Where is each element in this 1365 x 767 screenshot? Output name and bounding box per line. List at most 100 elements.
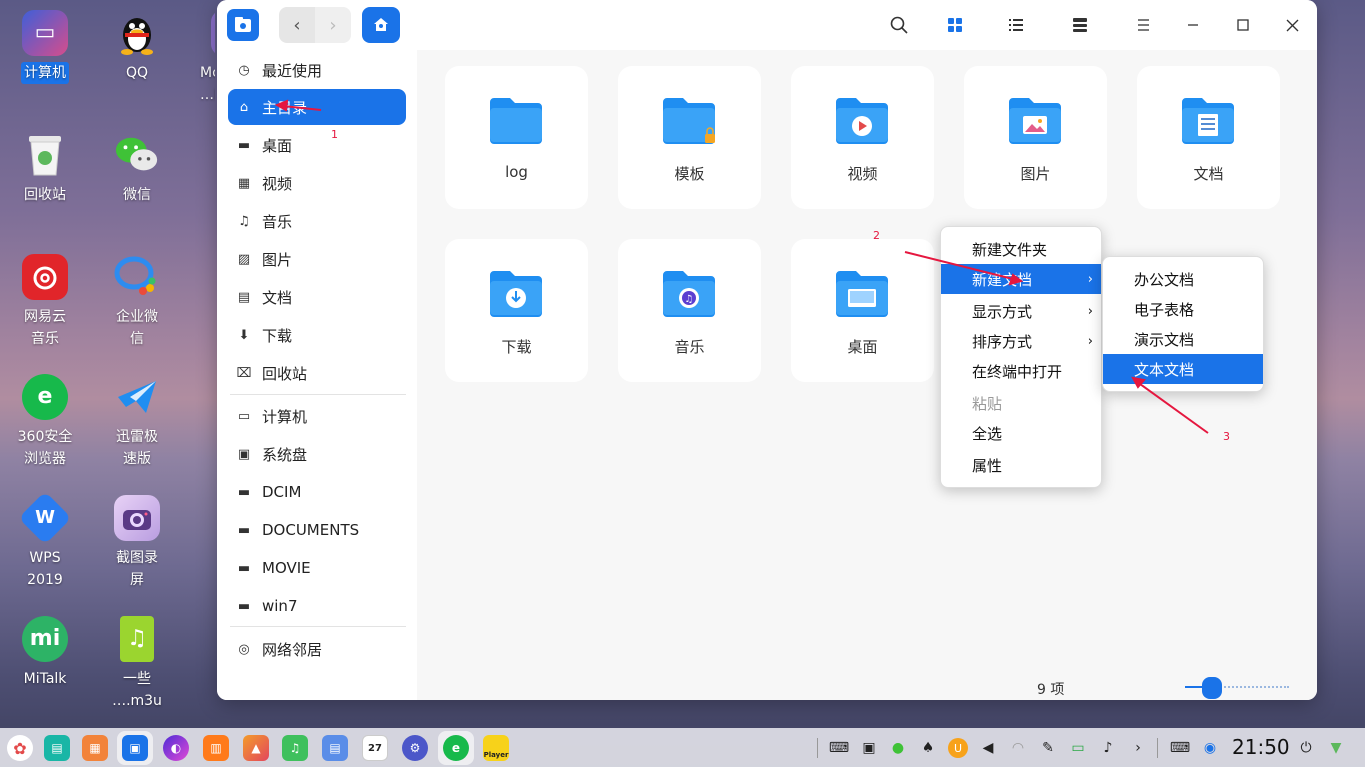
- folder-tile-music[interactable]: ♫ 音乐: [618, 239, 761, 382]
- sidebar-item-win7[interactable]: ▬ win7: [228, 588, 406, 624]
- sidebar-item-dcim[interactable]: ▬ DCIM: [228, 474, 406, 510]
- desktop-icon-screenshot[interactable]: 截图录 屏: [95, 495, 179, 591]
- pen-icon: ✎: [1042, 740, 1054, 756]
- search-button[interactable]: [887, 7, 911, 43]
- sidebar-item-pictures[interactable]: ▨ 图片: [228, 241, 406, 277]
- wechat-tray-button[interactable]: ●: [888, 738, 908, 758]
- network-tray-button[interactable]: ◠: [1008, 738, 1028, 758]
- drive-icon: ▬: [237, 598, 251, 614]
- notification-tray-button[interactable]: ♪: [1098, 738, 1118, 758]
- list-view-button[interactable]: [1004, 7, 1028, 43]
- submenu-item-office-document[interactable]: 办公文档: [1103, 264, 1263, 294]
- taskbar-calendar[interactable]: 27: [362, 735, 388, 761]
- folder-tile-log[interactable]: log: [445, 66, 588, 209]
- menu-item-select-all[interactable]: 全选: [941, 418, 1101, 448]
- taskbar-app-shop[interactable]: ▥: [203, 735, 229, 761]
- slider-handle[interactable]: [1202, 677, 1222, 699]
- folder-tile-templates[interactable]: 模板: [618, 66, 761, 209]
- desktop-icon-m3u-file[interactable]: ♫ 一些 ….m3u: [95, 616, 179, 712]
- clock[interactable]: 21:50: [1232, 735, 1290, 759]
- desktop-icon-netease-music[interactable]: 网易云 音乐: [3, 254, 87, 350]
- desktop-icon-mitalk[interactable]: mi MiTalk: [3, 616, 87, 690]
- taskbar-multitask-view[interactable]: ▤: [44, 735, 70, 761]
- trash-tray-button[interactable]: ▼: [1326, 738, 1346, 758]
- taskbar-browser[interactable]: ◐: [163, 735, 189, 761]
- sidebar-item-movie[interactable]: ▬ MOVIE: [228, 550, 406, 586]
- folder-tile-downloads[interactable]: 下载: [445, 239, 588, 382]
- desktop-icon-360-browser[interactable]: e 360安全 浏览器: [3, 374, 87, 470]
- menu-item-new-document[interactable]: 新建文档 ›: [941, 264, 1101, 294]
- sidebar-item-downloads[interactable]: ⬇ 下载: [228, 317, 406, 353]
- submenu-item-spreadsheet[interactable]: 电子表格: [1103, 294, 1263, 324]
- desktop-icon-trash[interactable]: 回收站: [3, 132, 87, 206]
- submenu-item-presentation[interactable]: 演示文档: [1103, 324, 1263, 354]
- voice-assistant-button[interactable]: ◉: [1200, 738, 1220, 758]
- taskbar-player[interactable]: Player: [483, 735, 509, 761]
- icon-size-slider[interactable]: [1185, 677, 1289, 699]
- sidebar-item-recent[interactable]: ◷ 最近使用: [228, 52, 406, 88]
- sidebar-item-desktop[interactable]: ▬ 桌面: [228, 127, 406, 163]
- menu-item-label: 新建文档: [972, 270, 1033, 289]
- menu-item-display-mode[interactable]: 显示方式 ›: [941, 296, 1101, 326]
- folder-tile-documents[interactable]: 文档: [1137, 66, 1280, 209]
- sidebar-item-music[interactable]: ♫ 音乐: [228, 203, 406, 239]
- sidebar-item-videos[interactable]: ▦ 视频: [228, 165, 406, 201]
- taskbar-360-browser[interactable]: e: [443, 735, 469, 761]
- close-button[interactable]: [1280, 7, 1304, 43]
- titlebar: ‹ ›: [217, 0, 1317, 50]
- back-button[interactable]: ‹: [279, 7, 315, 43]
- icon-view-button[interactable]: [943, 7, 967, 43]
- update-tray-button[interactable]: U: [948, 738, 968, 758]
- volume-tray-button[interactable]: ◀: [978, 738, 998, 758]
- taskbar-settings[interactable]: ⚙: [402, 735, 428, 761]
- taskbar-file-manager[interactable]: ▣: [122, 735, 148, 761]
- sidebar-item-computer[interactable]: ▭ 计算机: [228, 398, 406, 434]
- main-menu-button[interactable]: [1131, 7, 1155, 43]
- menu-item-properties[interactable]: 属性: [941, 450, 1101, 480]
- menu-item-open-in-terminal[interactable]: 在终端中打开: [941, 356, 1101, 386]
- folder-tile-pictures[interactable]: 图片: [964, 66, 1107, 209]
- grid-icon: [948, 18, 962, 32]
- tray-expand-button[interactable]: ›: [1128, 738, 1148, 758]
- maximize-button[interactable]: [1231, 7, 1255, 43]
- detail-view-button[interactable]: [1068, 7, 1092, 43]
- power-button[interactable]: ⏻: [1296, 738, 1316, 758]
- folder-tile-desktop[interactable]: 桌面: [791, 239, 934, 382]
- desktop-icon-computer[interactable]: ▭ 计算机: [3, 10, 87, 84]
- desktop-icon-wechat[interactable]: 微信: [95, 132, 179, 206]
- sidebar-item-home[interactable]: ⌂ 主目录: [228, 89, 406, 125]
- keyboard-tray-button[interactable]: ⌨: [829, 738, 849, 758]
- taskbar-image-viewer[interactable]: ▲: [243, 735, 269, 761]
- app-logo: [227, 9, 259, 41]
- desktop-icon-wecom[interactable]: 企业微 信: [95, 254, 179, 350]
- qq-tray-button[interactable]: ♠: [918, 738, 938, 758]
- home-breadcrumb-button[interactable]: [362, 7, 400, 43]
- menu-item-sort-by[interactable]: 排序方式 ›: [941, 326, 1101, 356]
- qq-penguin-icon: ♠: [921, 740, 935, 756]
- battery-tray-button[interactable]: ▭: [1068, 738, 1088, 758]
- disk-icon: ▣: [862, 740, 876, 756]
- taskbar-documents[interactable]: ▤: [322, 735, 348, 761]
- sidebar-item-documents-drive[interactable]: ▬ DOCUMENTS: [228, 512, 406, 548]
- launcher-button[interactable]: ✿: [7, 735, 33, 761]
- onscreen-keyboard-button[interactable]: ⌨: [1170, 738, 1190, 758]
- disk-tray-button[interactable]: ▣: [859, 738, 879, 758]
- minimize-button[interactable]: [1181, 7, 1205, 43]
- sidebar-item-network[interactable]: ◎ 网络邻居: [228, 631, 406, 667]
- sidebar-item-system-disk[interactable]: ▣ 系统盘: [228, 436, 406, 472]
- desktop-icon-partial[interactable]: Mc …l: [175, 10, 215, 106]
- video-icon: ▦: [237, 175, 251, 191]
- desktop-icon-xunlei[interactable]: 迅雷极 速版: [95, 374, 179, 470]
- folder-tile-videos[interactable]: 视频: [791, 66, 934, 209]
- forward-button[interactable]: ›: [315, 7, 351, 43]
- annotation-label-2: 2: [873, 229, 880, 242]
- taskbar-app-store[interactable]: ▦: [82, 735, 108, 761]
- sidebar-item-documents[interactable]: ▤ 文档: [228, 279, 406, 315]
- pen-tray-button[interactable]: ✎: [1038, 738, 1058, 758]
- taskbar-music[interactable]: ♫: [282, 735, 308, 761]
- sidebar-item-trash[interactable]: ⌧ 回收站: [228, 355, 406, 391]
- submenu-item-text-document[interactable]: 文本文档: [1103, 354, 1263, 384]
- desktop-icon-qq[interactable]: QQ: [95, 10, 179, 84]
- desktop-icon-wps[interactable]: W WPS 2019: [3, 491, 87, 591]
- menu-item-new-folder[interactable]: 新建文件夹: [941, 234, 1101, 264]
